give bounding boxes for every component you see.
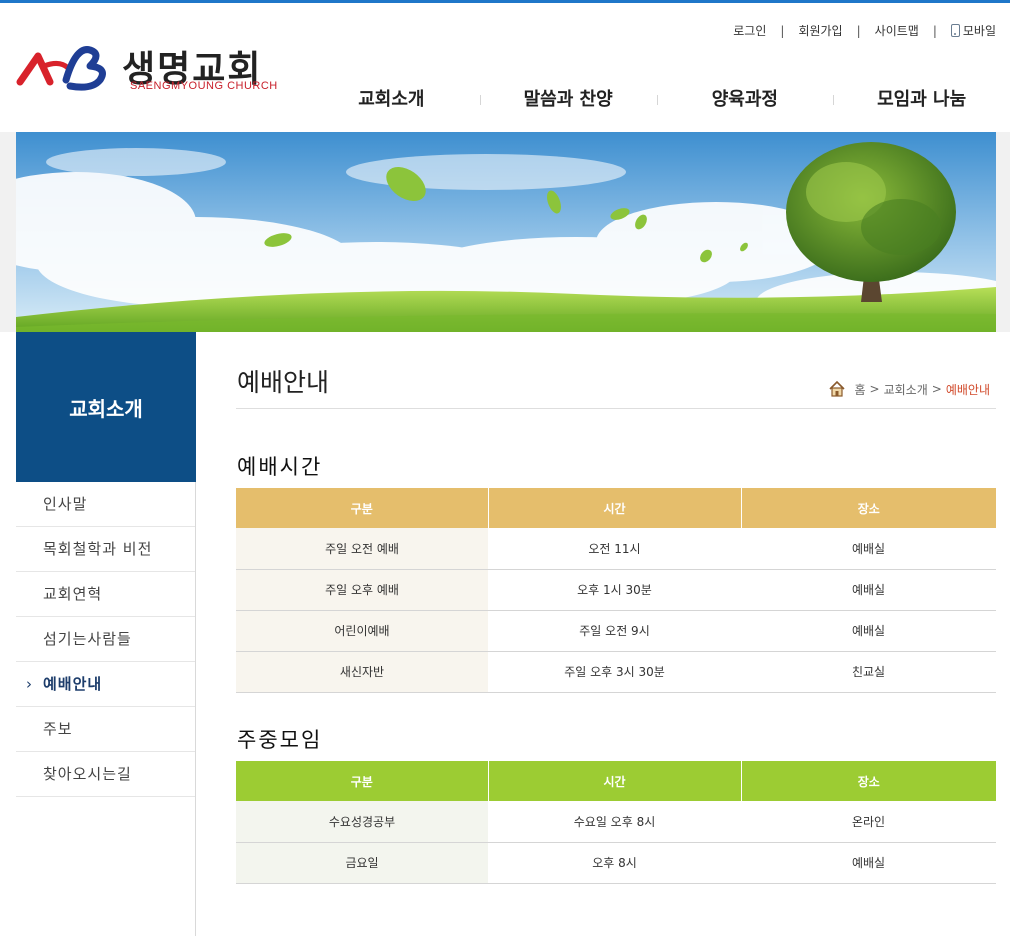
table-cell: 오후 1시 30분: [488, 569, 741, 611]
top-accent-line: [0, 0, 1010, 3]
divider: |: [856, 23, 861, 38]
page-title: 예배안내: [237, 368, 330, 397]
table-row: 어린이예배 주일 오전 9시 예배실: [236, 610, 996, 652]
logo-mark-icon: [16, 46, 106, 91]
nav-item-word-praise[interactable]: 말씀과 찬양: [479, 86, 657, 116]
column-header: 장소: [740, 761, 996, 801]
sidebar-item-greeting[interactable]: 인사말: [16, 482, 195, 527]
join-link[interactable]: 회원가입: [798, 22, 842, 39]
weekday-table: 구분 시간 장소 수요성경공부 수요일 오후 8시 온라인 금요일 오후 8시 …: [236, 761, 996, 884]
hero-banner: [16, 132, 996, 332]
divider: |: [932, 23, 937, 38]
utility-nav: 로그인 | 회원가입 | 사이트맵 | 모바일: [733, 22, 996, 39]
home-icon[interactable]: [828, 380, 846, 398]
table-cell: 새신자반: [236, 651, 488, 693]
table-cell: 오전 11시: [488, 528, 741, 570]
table-cell: 어린이예배: [236, 610, 488, 652]
banner-landscape-image: [16, 132, 996, 332]
column-header: 시간: [487, 761, 741, 801]
sidebar-item-directions[interactable]: 찾아오시는길: [16, 752, 195, 797]
table-cell: 주일 오후 3시 30분: [488, 651, 741, 693]
sidebar-title: 교회소개: [16, 332, 196, 482]
sitemap-link[interactable]: 사이트맵: [875, 22, 919, 39]
table-row: 새신자반 주일 오후 3시 30분 친교실: [236, 651, 996, 693]
table-cell: 주일 오전 9시: [488, 610, 741, 652]
table-cell: 오후 8시: [488, 842, 741, 884]
mobile-phone-icon: [950, 24, 960, 37]
sidebar-divider: [195, 482, 196, 936]
sidebar-item-label: 예배안내: [43, 675, 103, 693]
table-header-row: 구분 시간 장소: [236, 761, 996, 801]
section-title-worship: 예배시간: [237, 455, 323, 479]
title-divider: [236, 408, 996, 409]
sidebar-item-staff[interactable]: 섬기는사람들: [16, 617, 195, 662]
nav-item-discipleship[interactable]: 양육과정: [656, 86, 834, 116]
sidebar-item-vision[interactable]: 목회철학과 비전: [16, 527, 195, 572]
table-cell: 예배실: [741, 610, 996, 652]
mobile-label: 모바일: [962, 24, 996, 38]
main-nav: 교회소개 말씀과 찬양 양육과정 모임과 나눔: [303, 86, 1010, 116]
table-cell: 예배실: [741, 528, 996, 570]
table-cell: 친교실: [741, 651, 996, 693]
table-cell: 주일 오후 예배: [236, 569, 488, 611]
table-cell: 예배실: [741, 842, 996, 884]
breadcrumb-home[interactable]: 홈: [854, 381, 865, 398]
column-header: 장소: [740, 488, 996, 528]
table-cell: 수요성경공부: [236, 801, 488, 843]
logo-subtitle: SAENGMYOUNG CHURCH: [130, 80, 278, 92]
table-header-row: 구분 시간 장소: [236, 488, 996, 528]
chevron-right-icon: ›: [26, 675, 33, 693]
breadcrumb-section[interactable]: 교회소개: [884, 381, 928, 398]
sidebar-item-history[interactable]: 교회연혁: [16, 572, 195, 617]
breadcrumb: 홈 > 교회소개 > 예배안내: [828, 380, 990, 398]
sidebar-item-bulletin[interactable]: 주보: [16, 707, 195, 752]
table-row: 주일 오후 예배 오후 1시 30분 예배실: [236, 569, 996, 611]
nav-item-church-intro[interactable]: 교회소개: [303, 86, 480, 116]
table-cell: 온라인: [741, 801, 996, 843]
table-cell: 금요일: [236, 842, 488, 884]
column-header: 시간: [487, 488, 741, 528]
worship-table: 구분 시간 장소 주일 오전 예배 오전 11시 예배실 주일 오후 예배 오후…: [236, 488, 996, 693]
table-row: 금요일 오후 8시 예배실: [236, 842, 996, 884]
table-cell: 주일 오전 예배: [236, 528, 488, 570]
column-header: 구분: [236, 488, 488, 528]
divider: |: [780, 23, 785, 38]
nav-item-fellowship[interactable]: 모임과 나눔: [833, 86, 1010, 116]
table-row: 수요성경공부 수요일 오후 8시 온라인: [236, 801, 996, 843]
sidebar-item-worship[interactable]: › 예배안내: [16, 662, 195, 707]
mobile-link[interactable]: 모바일: [950, 22, 996, 39]
table-cell: 수요일 오후 8시: [488, 801, 741, 843]
breadcrumb-separator: >: [869, 382, 880, 396]
column-header: 구분: [236, 761, 488, 801]
table-row: 주일 오전 예배 오전 11시 예배실: [236, 528, 996, 570]
table-cell: 예배실: [741, 569, 996, 611]
login-link[interactable]: 로그인: [733, 22, 766, 39]
section-title-weekday: 주중모임: [237, 728, 323, 752]
breadcrumb-current: 예배안내: [945, 382, 990, 397]
sidebar-menu: 인사말 목회철학과 비전 교회연혁 섬기는사람들 › 예배안내 주보 찾아오시는…: [16, 482, 195, 797]
breadcrumb-separator: >: [931, 382, 942, 396]
